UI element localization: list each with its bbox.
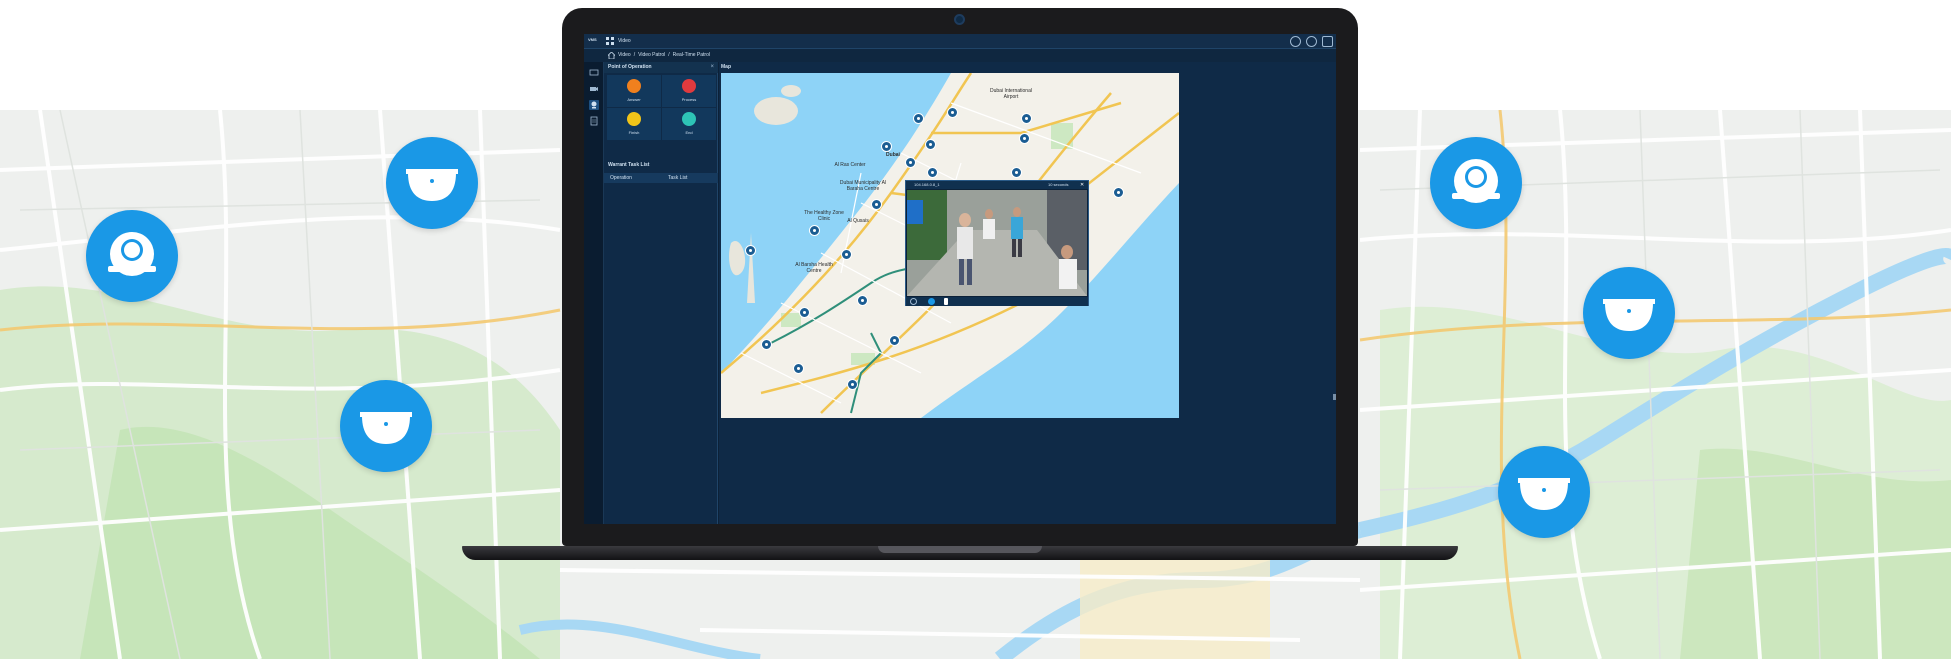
operation-label: End: [685, 130, 693, 135]
map-label-al-ras-center: Al Ras Center: [834, 162, 866, 168]
map-camera-pin[interactable]: [913, 113, 924, 124]
panel-header: Point of Operation ×: [604, 62, 718, 73]
video-popup[interactable]: 104.168.0.8_1 10 seconds ✕: [905, 180, 1089, 306]
compass-icon[interactable]: [1290, 36, 1301, 47]
operation-answer[interactable]: Answer: [607, 75, 661, 107]
map-camera-pin[interactable]: [947, 107, 958, 118]
laptop-hinge-notch: [878, 546, 1042, 553]
operation-process[interactable]: Process: [662, 75, 716, 107]
map-camera-pin[interactable]: [1011, 167, 1022, 178]
finish-icon: [627, 112, 641, 126]
breadcrumb-separator: /: [633, 52, 636, 58]
map-camera-pin[interactable]: [847, 379, 858, 390]
scrollbar-handle[interactable]: [1333, 394, 1336, 400]
map-label-healthy-zone: The Healthy Zone Clinic: [804, 210, 844, 222]
map-label-al-qusais: Al Qusais: [847, 218, 869, 224]
operation-label: Process: [681, 97, 697, 102]
map-camera-pin[interactable]: [809, 225, 820, 236]
map-camera-pin[interactable]: [889, 335, 900, 346]
dome-camera-icon: [1518, 478, 1570, 510]
dome-camera-icon: [406, 169, 458, 201]
map-camera-pin[interactable]: [881, 141, 892, 152]
map-camera-pin[interactable]: [1019, 133, 1030, 144]
dome-camera-icon: [1603, 299, 1655, 331]
map-camera-pin[interactable]: [857, 295, 868, 306]
document-icon[interactable]: [589, 116, 599, 126]
app-logo: VMS: [588, 37, 597, 42]
app-title: Video: [618, 38, 631, 44]
answer-icon: [627, 79, 641, 93]
task-list-header: Warrant Task List: [604, 160, 718, 171]
map-camera-pin[interactable]: [841, 249, 852, 260]
operation-finish[interactable]: Finish: [607, 108, 661, 140]
dome-camera-marker[interactable]: [86, 210, 178, 302]
webcam-icon: [954, 14, 965, 25]
process-icon: [682, 79, 696, 93]
map-label-al-baraha-centre: Dubai Municipality Al Baraha Centre: [839, 180, 887, 192]
map-title: Map: [721, 64, 731, 70]
map-camera-pin[interactable]: [793, 363, 804, 374]
dome-camera-marker[interactable]: [1583, 267, 1675, 359]
close-video-button[interactable]: ✕: [1080, 182, 1084, 188]
point-of-operation-panel: Point of Operation × Answer Process Fini…: [604, 62, 718, 524]
dome-camera-icon: [108, 232, 156, 276]
panel-title: Point of Operation: [608, 64, 652, 70]
app-top-bar: VMS Video: [584, 34, 1336, 49]
breadcrumb-item-real-time-patrol[interactable]: Real-Time Patrol: [673, 53, 710, 58]
home-icon[interactable]: [608, 52, 615, 59]
map-header: Map: [719, 62, 1179, 72]
task-table-header: Operation Task List: [604, 173, 718, 183]
dome-camera-marker[interactable]: [386, 137, 478, 229]
left-nav-rail: [584, 62, 604, 524]
settings-icon[interactable]: [910, 298, 917, 305]
live-video-feed[interactable]: [907, 190, 1087, 296]
patrol-icon[interactable]: [589, 100, 599, 110]
map-camera-pin[interactable]: [745, 245, 756, 256]
operation-label: Finish: [628, 130, 640, 135]
map-camera-pin[interactable]: [905, 157, 916, 168]
operation-label: Answer: [627, 97, 641, 102]
dome-camera-icon: [1452, 159, 1500, 203]
map-label-airport: Dubai International Airport: [990, 88, 1032, 100]
camera-icon[interactable]: [589, 84, 599, 94]
map-camera-pin[interactable]: [761, 339, 772, 350]
breadcrumb-item-video[interactable]: Video: [618, 53, 631, 58]
lock-icon[interactable]: [1322, 36, 1333, 47]
grid-menu-icon[interactable]: [606, 37, 615, 46]
dome-camera-marker[interactable]: [1498, 446, 1590, 538]
dome-camera-marker[interactable]: [1430, 137, 1522, 229]
laptop-screen: VMS Video Video / Video Patrol / Real-Ti…: [584, 34, 1336, 524]
map-panel: Map Dubai International Airport Al Ras C…: [719, 62, 1336, 524]
map-camera-pin[interactable]: [871, 199, 882, 210]
column-operation[interactable]: Operation: [610, 176, 632, 181]
map-camera-pin[interactable]: [1113, 187, 1124, 198]
close-panel-button[interactable]: ×: [710, 64, 714, 70]
monitor-icon[interactable]: [589, 68, 599, 78]
breadcrumb: Video / Video Patrol / Real-Time Patrol: [584, 49, 1336, 62]
column-task-list[interactable]: Task List: [668, 176, 687, 181]
task-list-title: Warrant Task List: [608, 162, 650, 168]
dome-camera-marker[interactable]: [340, 380, 432, 472]
map-camera-pin[interactable]: [925, 139, 936, 150]
map-camera-pin[interactable]: [1021, 113, 1032, 124]
end-icon: [682, 112, 696, 126]
map-label-al-barsha: Al Barsha Health Centre: [795, 262, 833, 274]
breadcrumb-separator: /: [668, 52, 670, 58]
dome-camera-icon: [360, 412, 412, 444]
user-icon[interactable]: [1306, 36, 1317, 47]
video-countdown: 10 seconds: [1048, 182, 1069, 187]
map-label-dubai: Dubai: [886, 152, 900, 158]
pointer-icon[interactable]: [944, 298, 948, 305]
map-camera-pin[interactable]: [927, 167, 938, 178]
video-popup-header: 104.168.0.8_1 10 seconds ✕: [906, 181, 1088, 189]
operation-end[interactable]: End: [662, 108, 716, 140]
record-icon[interactable]: [928, 298, 935, 305]
city-map-view[interactable]: Dubai International Airport Al Ras Cente…: [721, 73, 1179, 418]
video-toolbar: [906, 297, 1088, 306]
breadcrumb-item-video-patrol[interactable]: Video Patrol: [638, 53, 665, 58]
video-channel-title: 104.168.0.8_1: [914, 182, 940, 187]
laptop-lid: VMS Video Video / Video Patrol / Real-Ti…: [562, 8, 1358, 546]
map-camera-pin[interactable]: [799, 307, 810, 318]
